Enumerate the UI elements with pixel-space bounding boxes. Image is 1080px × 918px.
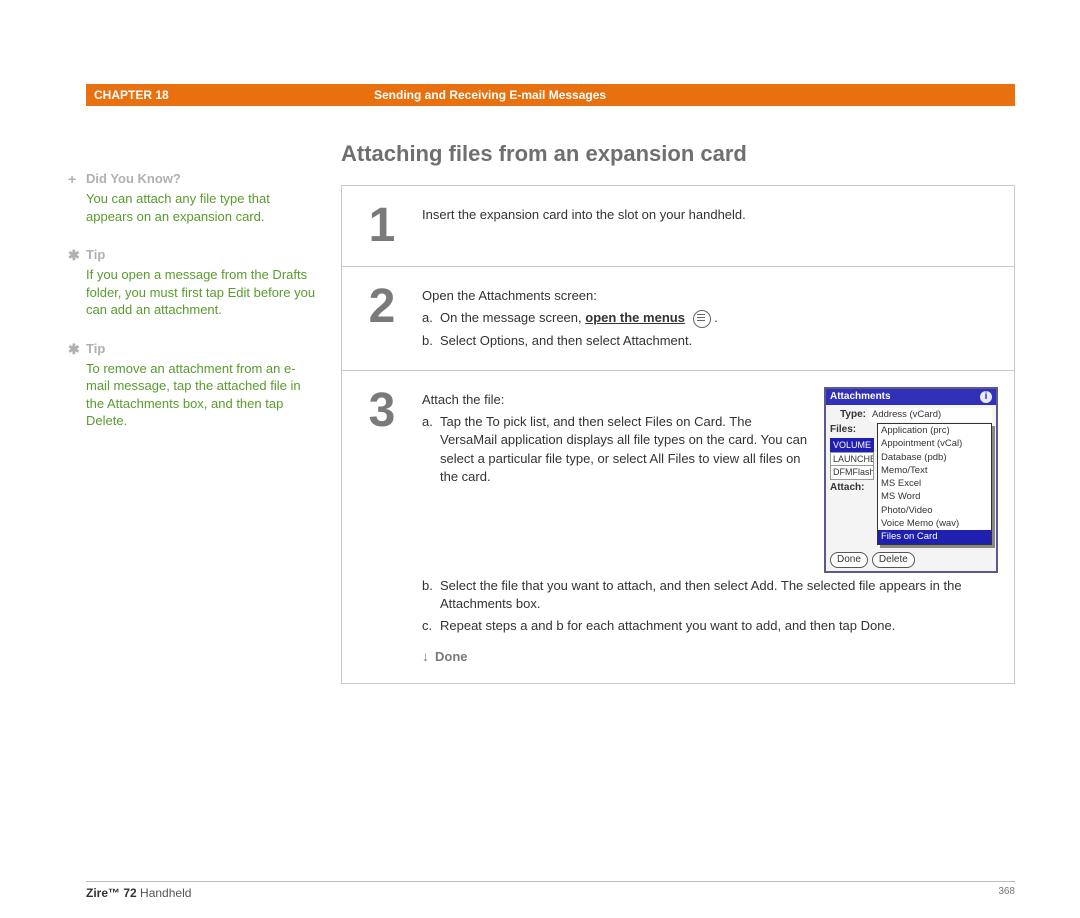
filetype-dropdown: Application (prc) Appointment (vCal) Dat… (877, 423, 992, 545)
mini-done-button: Done (830, 552, 868, 568)
sidebar-body: If you open a message from the Drafts fo… (86, 266, 316, 319)
sidebar-head: ✱ Tip (86, 341, 316, 356)
page-number: 368 (998, 886, 1015, 900)
done-marker: ↓ Done (422, 647, 998, 667)
page-footer: Zire™ 72 Handheld 368 (86, 881, 1015, 900)
chapter-header: CHAPTER 18 Sending and Receiving E-mail … (86, 84, 1015, 106)
attachments-screenshot: Attachments i Type: Address (vCard) (824, 387, 998, 573)
files-list: VOLUME LAUNCHE DFMFlash (830, 437, 874, 480)
plus-icon: + (68, 171, 76, 187)
sidebar: + Did You Know? You can attach any file … (86, 141, 341, 684)
sidebar-tip-1: ✱ Tip If you open a message from the Dra… (86, 247, 316, 319)
sidebar-body: To remove an attachment from an e-mail m… (86, 360, 316, 430)
sidebar-tip-2: ✱ Tip To remove an attachment from an e-… (86, 341, 316, 430)
asterisk-icon: ✱ (68, 247, 80, 264)
step-2a: a. On the message screen, open the menus… (422, 309, 998, 328)
step-number: 1 (342, 202, 422, 250)
mini-title-bar: Attachments i (826, 389, 996, 405)
step-3: 3 Attach the file: a. Tap the To pick li… (342, 371, 1014, 683)
asterisk-icon: ✱ (68, 341, 80, 358)
step-2: 2 Open the Attachments screen: a. On the… (342, 267, 1014, 371)
step-number: 2 (342, 283, 422, 354)
sidebar-head-text: Did You Know? (86, 171, 181, 186)
sidebar-head: + Did You Know? (86, 171, 316, 186)
sidebar-body: You can attach any file type that appear… (86, 190, 316, 225)
section-title: Attaching files from an expansion card (341, 141, 1015, 167)
step-2b: b. Select Options, and then select Attac… (422, 332, 998, 350)
down-arrow-icon: ↓ (422, 647, 429, 667)
info-icon: i (980, 391, 992, 403)
chapter-label: CHAPTER 18 (94, 84, 374, 106)
step-1: 1 Insert the expansion card into the slo… (342, 186, 1014, 267)
sidebar-head: ✱ Tip (86, 247, 316, 262)
step-3a: a. Tap the To pick list, and then select… (422, 413, 812, 486)
step-number: 3 (342, 387, 422, 667)
mini-delete-button: Delete (872, 552, 915, 568)
sidebar-did-you-know: + Did You Know? You can attach any file … (86, 171, 316, 225)
type-dropdown: Address (vCard) (869, 408, 992, 422)
step-3b: b. Select the file that you want to atta… (422, 577, 998, 613)
sidebar-head-text: Tip (86, 341, 105, 356)
menu-icon (693, 310, 711, 328)
sidebar-head-text: Tip (86, 247, 105, 262)
open-menus-link[interactable]: open the menus (585, 310, 685, 325)
step-3-intro: Attach the file: (422, 391, 812, 409)
steps-box: 1 Insert the expansion card into the slo… (341, 185, 1015, 684)
step-3c: c. Repeat steps a and b for each attachm… (422, 617, 998, 635)
chapter-title: Sending and Receiving E-mail Messages (374, 84, 606, 106)
footer-product: Zire™ 72 Handheld (86, 886, 191, 900)
step-1-text: Insert the expansion card into the slot … (422, 206, 998, 224)
step-2-intro: Open the Attachments screen: (422, 287, 998, 305)
